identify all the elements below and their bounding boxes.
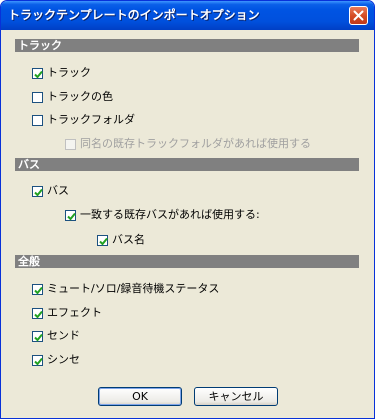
close-button[interactable] — [349, 6, 368, 25]
effects-checkbox[interactable] — [32, 307, 43, 319]
use-existing-folder-label: 同名の既存トラックフォルダがあれば使用する — [80, 137, 311, 150]
track-color-label: トラックの色 — [47, 90, 113, 103]
section-header-track: トラック — [15, 39, 359, 52]
bus-option[interactable]: バス — [32, 184, 69, 198]
use-existing-bus-option[interactable]: 一致する既存バスがあれば使用する: — [65, 208, 260, 222]
track-color-option[interactable]: トラックの色 — [32, 90, 113, 104]
use-existing-folder-option: 同名の既存トラックフォルダがあれば使用する — [65, 137, 311, 151]
track-folder-checkbox[interactable] — [32, 114, 43, 126]
synth-option[interactable]: シンセ — [32, 353, 80, 367]
use-existing-bus-label: 一致する既存バスがあれば使用する: — [80, 208, 260, 221]
checkmark-icon — [99, 237, 108, 245]
checkmark-icon — [34, 333, 43, 341]
bus-checkbox[interactable] — [32, 185, 43, 197]
import-options-dialog: トラックテンプレートのインポートオプション トラック トラック トラックの色 ト… — [0, 0, 375, 419]
checkmark-icon — [34, 357, 43, 365]
track-folder-option[interactable]: トラックフォルダ — [32, 113, 135, 127]
window-title: トラックテンプレートのインポートオプション — [8, 8, 260, 22]
use-existing-folder-checkbox — [65, 138, 76, 150]
close-icon — [353, 10, 364, 21]
track-color-checkbox[interactable] — [32, 91, 43, 103]
synth-label: シンセ — [47, 353, 80, 366]
use-existing-bus-checkbox[interactable] — [65, 209, 76, 221]
track-option[interactable]: トラック — [32, 66, 91, 80]
section-header-bus: バス — [15, 158, 359, 171]
mute-solo-option[interactable]: ミュート/ソロ/録音待機ステータス — [32, 282, 219, 296]
checkmark-icon — [34, 286, 43, 294]
effects-option[interactable]: エフェクト — [32, 306, 102, 320]
bus-label: バス — [47, 184, 69, 197]
mute-solo-checkbox[interactable] — [32, 283, 43, 295]
bus-name-checkbox[interactable] — [97, 234, 108, 246]
effects-label: エフェクト — [47, 306, 102, 319]
sends-checkbox[interactable] — [32, 330, 43, 342]
mute-solo-label: ミュート/ソロ/録音待機ステータス — [47, 282, 220, 295]
track-label: トラック — [47, 66, 91, 79]
checkmark-icon — [34, 70, 43, 78]
section-header-general: 全般 — [15, 255, 359, 268]
checkmark-icon — [34, 188, 43, 196]
bus-name-label: バス名 — [112, 233, 145, 246]
title-bar[interactable]: トラックテンプレートのインポートオプション — [1, 1, 374, 30]
track-folder-label: トラックフォルダ — [47, 113, 135, 126]
synth-checkbox[interactable] — [32, 354, 43, 366]
ok-button[interactable]: OK — [98, 387, 182, 406]
bus-name-option[interactable]: バス名 — [97, 233, 145, 247]
track-checkbox[interactable] — [32, 67, 43, 79]
checkmark-icon — [34, 310, 43, 318]
sends-label: センド — [47, 329, 80, 342]
cancel-button[interactable]: キャンセル — [194, 387, 278, 406]
sends-option[interactable]: センド — [32, 329, 80, 343]
checkmark-icon — [67, 212, 76, 220]
